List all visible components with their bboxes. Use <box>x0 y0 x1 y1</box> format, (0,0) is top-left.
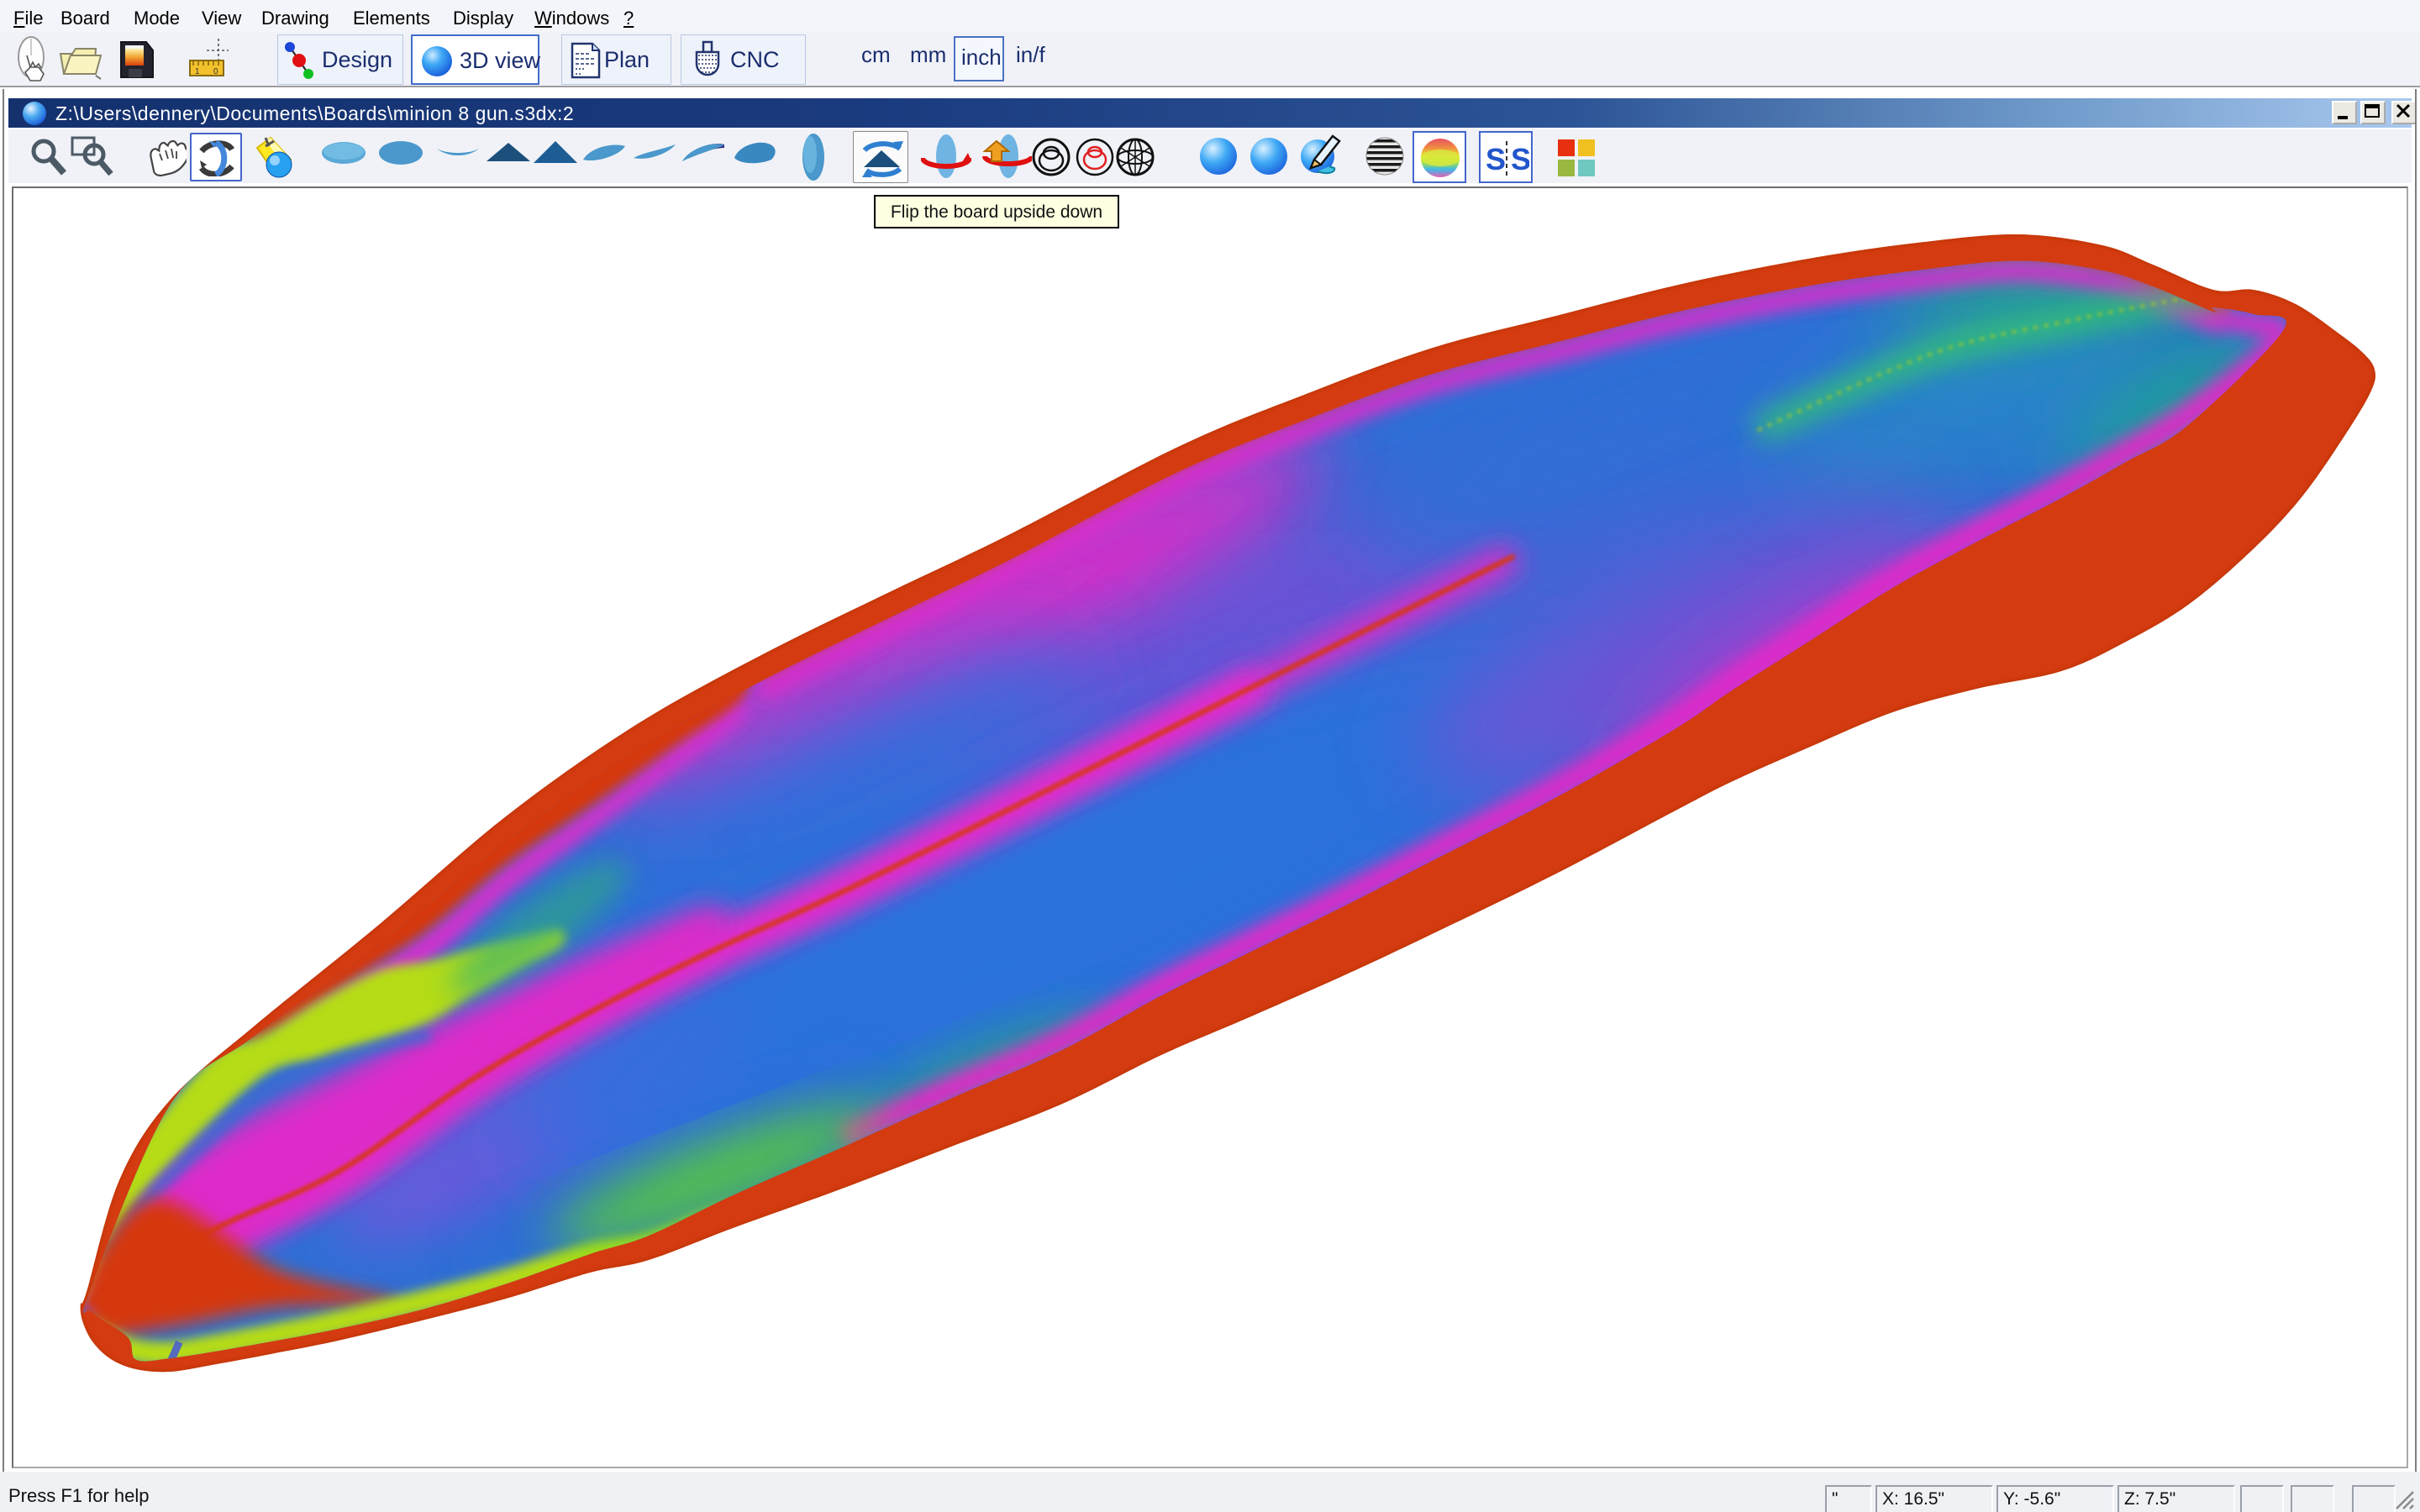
svg-text:0: 0 <box>213 67 218 76</box>
svg-text:1: 1 <box>195 67 200 76</box>
svg-text:S: S <box>1486 142 1506 176</box>
svg-text:S: S <box>1511 142 1529 176</box>
